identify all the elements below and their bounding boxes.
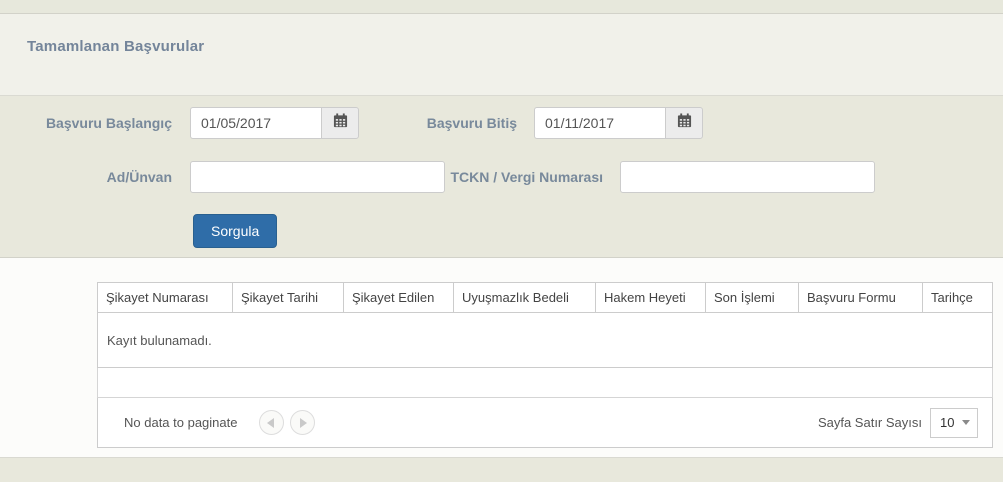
empty-message: Kayıt bulunamadı.	[97, 312, 993, 368]
dropdown-caret-icon	[962, 420, 970, 425]
spacer-row	[97, 367, 993, 398]
end-date-input[interactable]	[534, 107, 665, 139]
column-header-sikayet-edilen: Şikayet Edilen	[343, 282, 454, 313]
end-date-group	[534, 107, 703, 139]
column-header-hakem-heyeti: Hakem Heyeti	[595, 282, 706, 313]
end-date-calendar-button[interactable]	[665, 107, 703, 139]
column-header-basvuru-formu: Başvuru Formu	[798, 282, 923, 313]
page-size-control: Sayfa Satır Sayısı 10	[817, 407, 978, 438]
column-header-son-islemi: Son İşlemi	[705, 282, 799, 313]
start-date-calendar-button[interactable]	[321, 107, 359, 139]
sorgula-button[interactable]: Sorgula	[193, 214, 278, 248]
form-row-submit: Sorgula	[0, 214, 1003, 248]
table-header-row: Şikayet Numarası Şikayet Tarihi Şikayet …	[97, 282, 993, 313]
search-filter-form: Başvuru Başlangıç 01/05/2017 Başvuru Bit…	[0, 96, 1003, 258]
tckn-group	[620, 161, 875, 193]
field-end-date: Başvuru Bitiş	[359, 107, 703, 139]
page-size-select[interactable]: 10	[930, 407, 978, 438]
name-input[interactable]	[190, 161, 445, 193]
pagination-row: No data to paginate Sayfa Satır Sayısı 1…	[97, 397, 993, 448]
tckn-input[interactable]	[620, 161, 875, 193]
calendar-icon	[677, 113, 692, 133]
column-header-sikayet-tarihi: Şikayet Tarihi	[232, 282, 344, 313]
top-bar	[0, 0, 1003, 14]
field-name: Ad/Ünvan	[0, 161, 445, 193]
next-page-button[interactable]	[290, 410, 316, 435]
page-header: Tamamlanan Başvurular	[0, 14, 1003, 96]
results-table: Şikayet Numarası Şikayet Tarihi Şikayet …	[97, 282, 993, 448]
start-date-group	[190, 107, 359, 139]
spacer-cell	[97, 367, 993, 398]
pagination-cell: No data to paginate Sayfa Satır Sayısı 1…	[97, 397, 993, 448]
column-header-sikayet-numarasi: Şikayet Numarası	[97, 282, 233, 313]
page-size-value: 10	[940, 415, 955, 430]
calendar-icon	[333, 113, 348, 133]
tckn-label: TCKN / Vergi Numarası	[450, 169, 604, 185]
name-label: Ad/Ünvan	[106, 169, 172, 185]
name-group	[190, 161, 445, 193]
form-row-dates: Başvuru Başlangıç 01/05/2017 Başvuru Bit…	[0, 107, 1003, 139]
bottom-bar	[0, 457, 1003, 482]
prev-page-icon	[267, 417, 275, 428]
field-tckn: TCKN / Vergi Numarası	[445, 161, 875, 193]
empty-message-row: Kayıt bulunamadı.	[97, 312, 993, 368]
page-title: Tamamlanan Başvurular	[27, 38, 205, 55]
pagination-status: No data to paginate	[124, 415, 238, 430]
column-header-tarihce: Tarihçe	[922, 282, 993, 313]
button-spacer	[0, 214, 193, 248]
form-row-texts: Ad/Ünvan TCKN / Vergi Numarası	[0, 161, 1003, 193]
start-date-label: Başvuru Başlangıç	[45, 115, 172, 131]
start-date-input[interactable]	[190, 107, 321, 139]
results-section: Şikayet Numarası Şikayet Tarihi Şikayet …	[0, 258, 1003, 457]
page-size-label: Sayfa Satır Sayısı	[817, 415, 922, 430]
field-start-date: Başvuru Başlangıç	[0, 107, 359, 139]
end-date-label: Başvuru Bitiş	[426, 115, 517, 131]
column-header-uyusmazlik-bedeli: Uyuşmazlık Bedeli	[453, 282, 596, 313]
pagination-bar: No data to paginate Sayfa Satır Sayısı 1…	[124, 398, 978, 447]
prev-page-button[interactable]	[259, 410, 285, 435]
next-page-icon	[300, 417, 308, 428]
